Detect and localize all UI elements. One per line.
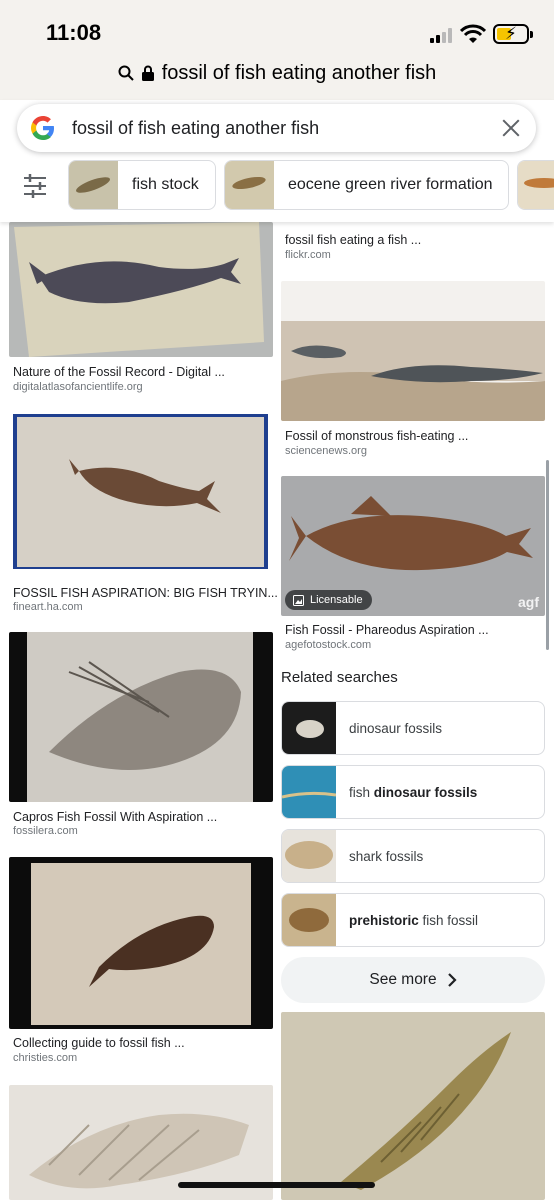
related-thumbnail xyxy=(282,830,336,882)
badge-label: Licensable xyxy=(310,594,363,606)
status-bar: 11:08 ⚡ fossil of fish eating another fi… xyxy=(0,0,554,100)
related-thumbnail xyxy=(282,702,336,754)
result-source: flickr.com xyxy=(285,249,331,261)
related-label: shark fossils xyxy=(349,848,424,864)
related-search-item[interactable]: fish dinosaur fossils xyxy=(281,765,545,819)
google-logo-icon xyxy=(31,116,54,140)
related-searches-heading: Related searches xyxy=(281,669,398,686)
result-source: christies.com xyxy=(13,1052,78,1064)
home-indicator[interactable] xyxy=(178,1182,375,1188)
chip-fish-stock[interactable]: fish stock xyxy=(68,160,216,210)
result-image[interactable] xyxy=(9,857,273,1029)
result-image[interactable] xyxy=(281,1012,545,1200)
cellular-signal-icon xyxy=(430,27,454,43)
chip-thumbnail xyxy=(225,161,274,209)
filter-sliders-icon[interactable] xyxy=(18,172,52,200)
chevron-right-icon xyxy=(447,973,457,987)
search-icon xyxy=(118,65,134,81)
result-title[interactable]: Fish Fossil - Phareodus Aspiration ... xyxy=(285,623,489,637)
licensable-badge: Licensable xyxy=(285,590,372,610)
result-image[interactable] xyxy=(9,411,273,579)
search-box[interactable]: fossil of fish eating another fish xyxy=(17,104,536,152)
status-time: 11:08 xyxy=(46,20,102,45)
related-label: dinosaur fossils xyxy=(349,720,443,736)
result-title[interactable]: Nature of the Fossil Record - Digital ..… xyxy=(13,365,225,379)
chip-label: eocene green river formation xyxy=(288,176,493,193)
address-bar[interactable]: fossil of fish eating another fish xyxy=(0,58,554,88)
wifi-icon xyxy=(460,24,486,43)
result-image[interactable] xyxy=(9,632,273,802)
result-image[interactable] xyxy=(281,281,545,421)
address-text: fossil of fish eating another fish xyxy=(161,61,437,84)
watermark: agf xyxy=(518,594,539,610)
result-source: fossilera.com xyxy=(13,825,78,837)
related-search-item[interactable]: prehistoric fish fossil xyxy=(281,893,545,947)
battery-charging-icon: ⚡ xyxy=(493,24,533,44)
result-image[interactable] xyxy=(281,222,545,227)
see-more-label: See more xyxy=(369,971,437,988)
result-image[interactable]: Licensable agf xyxy=(281,476,545,616)
see-more-button[interactable]: See more xyxy=(281,957,545,1003)
result-source: sciencenews.org xyxy=(285,445,367,457)
result-title[interactable]: Collecting guide to fossil fish ... xyxy=(13,1036,185,1050)
related-search-item[interactable]: shark fossils xyxy=(281,829,545,883)
result-title[interactable]: Fossil of monstrous fish-eating ... xyxy=(285,429,468,443)
chip-thumbnail xyxy=(518,161,554,209)
chip-thumbnail xyxy=(69,161,118,209)
search-query[interactable]: fossil of fish eating another fish xyxy=(72,118,500,139)
search-header: fossil of fish eating another fish fish … xyxy=(0,100,554,222)
result-source: agefotostock.com xyxy=(285,639,372,651)
chip-partial[interactable] xyxy=(517,160,554,210)
result-image[interactable] xyxy=(9,222,273,357)
related-search-item[interactable]: dinosaur fossils xyxy=(281,701,545,755)
chip-eocene-green-river-formation[interactable]: eocene green river formation xyxy=(224,160,509,210)
result-source: fineart.ha.com xyxy=(13,601,83,613)
related-thumbnail xyxy=(282,766,336,818)
scrollbar[interactable] xyxy=(546,460,549,650)
related-thumbnail xyxy=(282,894,336,946)
result-source: digitalatlasofancientlife.org xyxy=(13,381,143,393)
result-title[interactable]: fossil fish eating a fish ... xyxy=(285,233,421,247)
result-title[interactable]: Capros Fish Fossil With Aspiration ... xyxy=(13,810,217,824)
image-icon xyxy=(293,594,304,606)
chip-label: fish stock xyxy=(132,176,199,193)
related-label: prehistoric fish fossil xyxy=(349,912,479,928)
clear-icon[interactable] xyxy=(500,117,522,139)
related-label: fish dinosaur fossils xyxy=(349,784,478,800)
lock-icon xyxy=(141,65,154,81)
result-title[interactable]: FOSSIL FISH ASPIRATION: BIG FISH TRYIN..… xyxy=(13,586,278,600)
